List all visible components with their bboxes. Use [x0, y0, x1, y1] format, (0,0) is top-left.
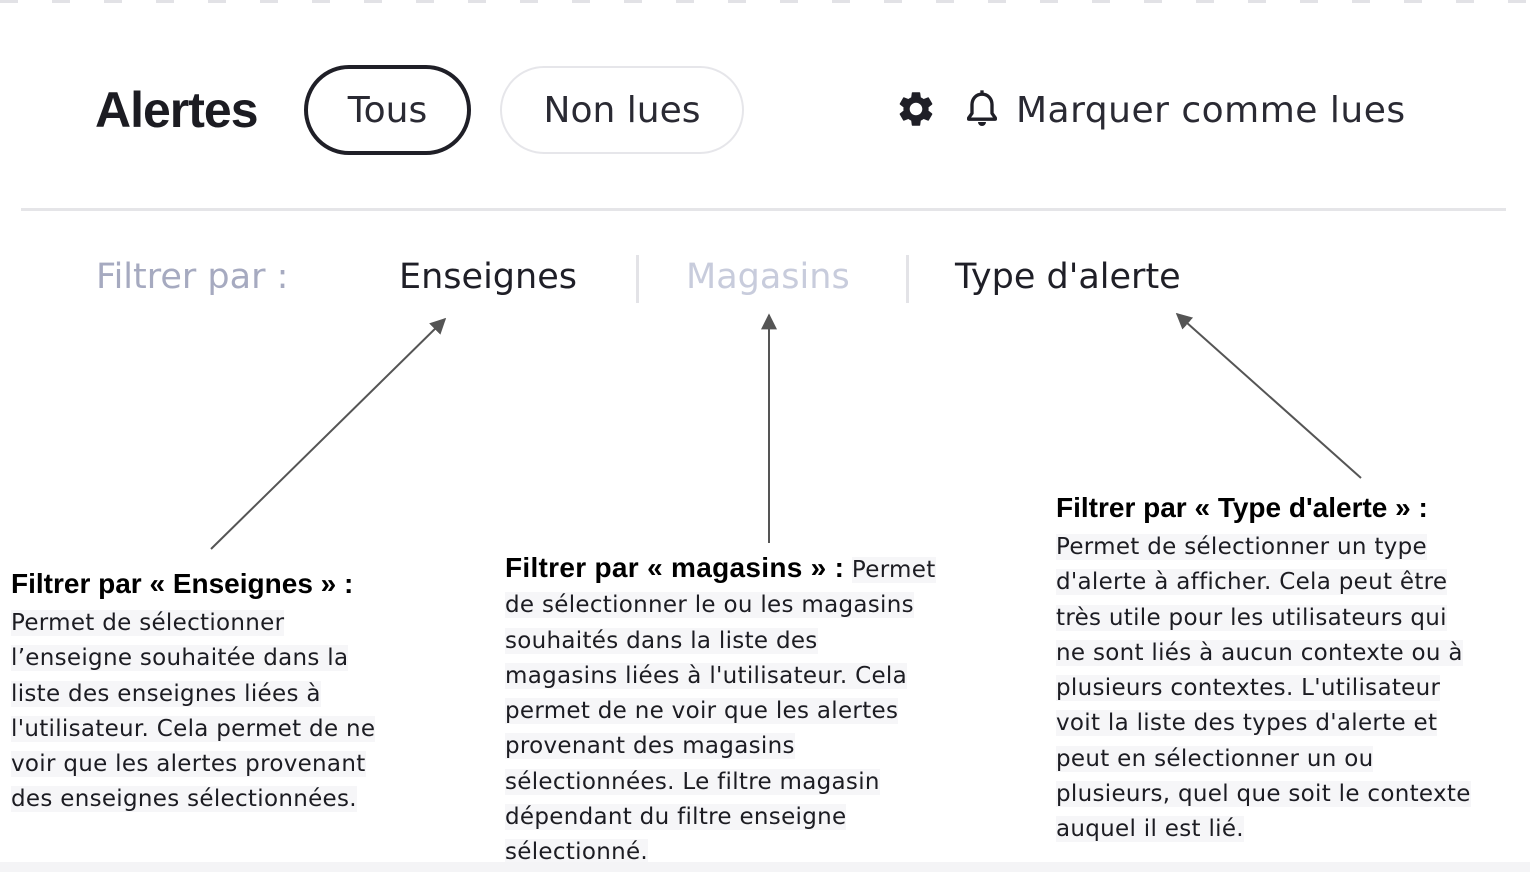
annotation-line: dépendant du filtre enseigne: [505, 804, 847, 831]
arrow-enseignes: [210, 317, 447, 550]
filter-enseignes[interactable]: Enseignes: [399, 257, 577, 297]
header-divider: [21, 208, 1506, 211]
annotation-line: provenant des magasins: [505, 733, 795, 760]
annotation-line: plusieurs, quel que soit le contexte: [1056, 781, 1471, 808]
filter-separator: [636, 255, 639, 303]
arrow-type-alerte: [1175, 312, 1362, 479]
annotation-line: permet de ne voir que les alertes: [505, 698, 899, 725]
tab-unread[interactable]: Non lues: [500, 66, 744, 154]
page-title: Alertes: [95, 82, 259, 138]
annotation-type-alerte: Filtrer par « Type d'alerte » : Permet d…: [1056, 490, 1526, 848]
annotation-line: voit la liste des types d'alerte et: [1056, 710, 1438, 737]
annotation-title: Filtrer par « Enseignes » :: [11, 568, 354, 599]
gear-icon[interactable]: [895, 88, 937, 130]
annotation-line: Permet de sélectionner un type: [1056, 534, 1427, 560]
annotation-line: Permet: [851, 557, 936, 583]
filter-type-alerte[interactable]: Type d'alerte: [955, 257, 1181, 297]
annotation-line: très utile pour les utilisateurs qui: [1056, 604, 1447, 631]
tab-all-label: Tous: [347, 89, 428, 131]
filter-label: Filtrer par :: [96, 257, 289, 297]
annotation-magasins: Filtrer par « magasins » : Permet de sél…: [505, 550, 975, 871]
annotation-line: des enseignes sélectionnées.: [11, 786, 357, 813]
annotation-body: Permet de sélectionner l’enseigne souhai…: [11, 606, 431, 818]
mark-as-read-label: Marquer comme lues: [1016, 89, 1406, 131]
annotation-title: Filtrer par « magasins » :: [505, 552, 845, 583]
annotation-line: d'alerte à afficher. Cela peut être: [1056, 569, 1448, 596]
annotation-line: souhaités dans la liste des: [505, 627, 818, 654]
annotation-line: voir que les alertes provenant: [11, 751, 366, 778]
annotation-line: peut en sélectionner un ou: [1056, 745, 1374, 772]
bell-icon: [967, 90, 997, 126]
annotation-line: magasins liées à l'utilisateur. Cela: [505, 662, 907, 689]
bottom-band: [0, 862, 1530, 872]
filter-bar: Filtrer par : Enseignes Magasins Type d'…: [0, 240, 1530, 320]
annotation-line: l'utilisateur. Cela permet de ne: [11, 715, 376, 742]
annotation-line: liste des enseignes liées à: [11, 680, 321, 707]
filter-separator: [906, 255, 909, 303]
alerts-header: Alertes Tous Non lues Marquer comme lues: [0, 0, 1530, 210]
annotation-enseignes: Filtrer par « Enseignes » : Permet de sé…: [11, 566, 431, 818]
annotation-line: plusieurs contextes. L'utilisateur: [1056, 675, 1441, 702]
tab-all[interactable]: Tous: [304, 65, 471, 155]
annotation-title: Filtrer par « Type d'alerte » :: [1056, 492, 1428, 523]
annotation-line: auquel il est lié.: [1056, 816, 1244, 843]
filter-magasins[interactable]: Magasins: [686, 257, 850, 297]
annotation-line: l’enseigne souhaitée dans la: [11, 645, 349, 672]
annotation-body: Permet de sélectionner un type d'alerte …: [1056, 530, 1526, 848]
tab-unread-label: Non lues: [543, 89, 701, 131]
annotation-line: ne sont liés à aucun contexte ou à: [1056, 639, 1463, 666]
annotation-body: Filtrer par « magasins » : Permet de sél…: [505, 550, 975, 871]
annotation-line: de sélectionner le ou les magasins: [505, 592, 914, 619]
mark-as-read-button[interactable]: Marquer comme lues: [962, 83, 1406, 137]
annotation-line: sélectionnées. Le filtre magasin: [505, 768, 880, 795]
annotation-line: Permet de sélectionner: [11, 610, 285, 636]
